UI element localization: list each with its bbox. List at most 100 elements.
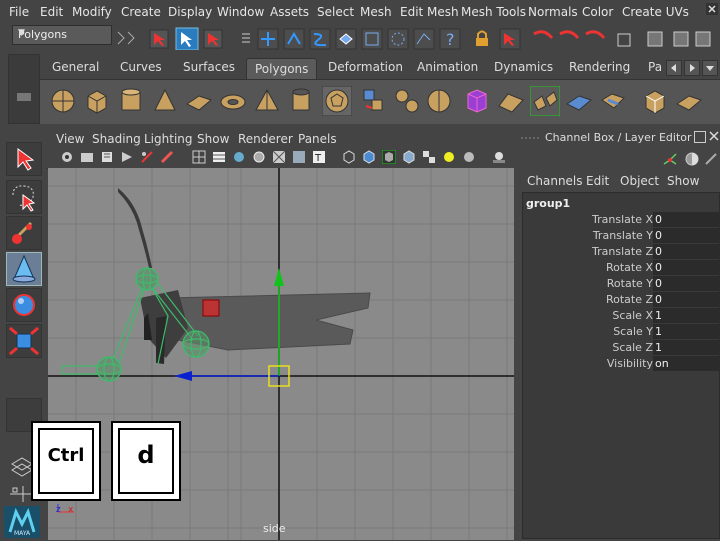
drag-handle-icon[interactable] — [520, 135, 542, 141]
shelf-options-handle[interactable] — [8, 54, 40, 124]
camera-attributes-icon[interactable] — [80, 150, 94, 164]
default-light-icon[interactable] — [442, 150, 456, 164]
smooth-shade-icon[interactable] — [232, 150, 246, 164]
cb-menu-show[interactable]: Show — [667, 174, 699, 188]
shaded-cube-icon[interactable] — [362, 150, 376, 164]
menu-window[interactable]: Window — [217, 5, 264, 19]
poly-plane-icon[interactable] — [184, 86, 214, 116]
menu-display[interactable]: Display — [168, 5, 212, 19]
tab-rendering[interactable]: Rendering — [569, 60, 630, 78]
poly-torus-icon[interactable] — [218, 86, 248, 116]
poly-cone-icon[interactable] — [150, 86, 180, 116]
tab-curves[interactable]: Curves — [120, 60, 162, 78]
image-plane-icon[interactable] — [120, 150, 134, 164]
move-tool[interactable] — [6, 252, 42, 286]
float-panel-icon[interactable] — [694, 131, 706, 143]
attr-value-field[interactable]: 0 — [653, 292, 719, 307]
display-toggle-icon[interactable] — [685, 152, 699, 166]
cb-menu-object[interactable]: Object — [620, 174, 659, 188]
poly-soccer-ball-icon[interactable] — [322, 86, 352, 116]
shadows-icon[interactable] — [492, 150, 506, 164]
menu-file[interactable]: File — [9, 5, 29, 19]
tab-animation[interactable]: Animation — [417, 60, 478, 78]
shelf-scroll-right-icon[interactable] — [684, 60, 700, 76]
lasso-tool[interactable] — [6, 180, 42, 214]
attr-value-field[interactable]: on — [653, 356, 719, 371]
close-icon[interactable] — [706, 3, 718, 15]
planar-mapping-icon[interactable] — [564, 86, 594, 116]
separate-icon[interactable] — [392, 86, 422, 116]
poly-sphere-icon[interactable] — [48, 86, 78, 116]
checker-icon[interactable] — [422, 150, 436, 164]
camera-icon[interactable] — [60, 150, 74, 164]
extract-icon[interactable] — [424, 86, 454, 116]
menu-create-uvs[interactable]: Create UVs — [622, 5, 689, 19]
attr-value-field[interactable]: 0 — [653, 244, 719, 259]
scale-tool[interactable] — [6, 324, 42, 358]
wireframe-on-shaded-icon[interactable] — [252, 150, 266, 164]
paint-select-tool[interactable] — [6, 216, 42, 250]
tool-settings-icon[interactable] — [705, 153, 717, 165]
panel-menu-shading[interactable]: Shading — [92, 132, 141, 146]
tab-general[interactable]: General — [52, 60, 99, 78]
all-lights-icon[interactable] — [462, 150, 476, 164]
isolate-select-icon[interactable] — [382, 150, 396, 164]
film-gate-icon[interactable] — [140, 150, 154, 164]
attr-value-field[interactable]: 1 — [653, 324, 719, 339]
bookmarks-icon[interactable] — [100, 150, 114, 164]
grid-icon[interactable] — [192, 150, 206, 164]
panel-menu-lighting[interactable]: Lighting — [144, 132, 193, 146]
axis-toggle-icon[interactable] — [663, 153, 677, 165]
poly-pyramid-icon[interactable] — [252, 86, 282, 116]
menu-color[interactable]: Color — [582, 5, 613, 19]
panel-menu-panels[interactable]: Panels — [298, 132, 337, 146]
tab-deformation[interactable]: Deformation — [328, 60, 403, 78]
cb-menu-channels[interactable]: Channels — [527, 174, 583, 188]
poly-pipe-icon[interactable] — [286, 86, 316, 116]
attr-value-field[interactable]: 0 — [653, 276, 719, 291]
menu-set-dropdown[interactable]: Polygons ▼ — [12, 25, 112, 45]
reduce-icon[interactable] — [496, 86, 526, 116]
menu-edit-mesh[interactable]: Edit Mesh — [400, 5, 459, 19]
tab-dynamics[interactable]: Dynamics — [494, 60, 553, 78]
menu-modify[interactable]: Modify — [72, 5, 112, 19]
menu-mesh[interactable]: Mesh — [360, 5, 392, 19]
panel-menu-renderer[interactable]: Renderer — [238, 132, 293, 146]
resolution-gate-icon[interactable] — [160, 150, 174, 164]
automatic-mapping-icon[interactable] — [640, 86, 670, 116]
poly-cylinder-icon[interactable] — [116, 86, 146, 116]
lights-icon[interactable] — [292, 150, 306, 164]
menu-edit[interactable]: Edit — [40, 5, 63, 19]
panel-menu-view[interactable]: View — [56, 132, 84, 146]
select-tool[interactable] — [6, 142, 42, 176]
attr-value-field[interactable]: 1 — [653, 340, 719, 355]
menu-select[interactable]: Select — [317, 5, 354, 19]
rotate-tool[interactable] — [6, 288, 42, 322]
attr-value-field[interactable]: 0 — [653, 228, 719, 243]
panel-close-icon[interactable] — [708, 130, 720, 142]
menu-create[interactable]: Create — [121, 5, 161, 19]
mirror-geometry-icon[interactable] — [530, 86, 560, 116]
shelf-menu-down-icon[interactable] — [702, 60, 718, 76]
combine-icon[interactable] — [358, 86, 388, 116]
attr-value-field[interactable]: 0 — [653, 260, 719, 275]
tab-overflow[interactable]: Pa — [648, 60, 662, 78]
textured-icon[interactable] — [272, 150, 286, 164]
wireframe-cube-icon[interactable] — [342, 150, 356, 164]
attr-value-field[interactable]: 1 — [653, 308, 719, 323]
cb-menu-edit[interactable]: Edit — [586, 174, 609, 188]
tab-polygons[interactable]: Polygons — [246, 58, 318, 79]
poly-cube-icon[interactable] — [82, 86, 112, 116]
wireframe-icon[interactable] — [212, 150, 226, 164]
text-icon[interactable]: T — [312, 150, 326, 164]
attr-value-field[interactable]: 0 — [653, 212, 719, 227]
shelf-scroll-left-icon[interactable] — [666, 60, 682, 76]
menu-assets[interactable]: Assets — [270, 5, 309, 19]
menu-normals[interactable]: Normals — [528, 5, 578, 19]
menu-mesh-tools[interactable]: Mesh Tools — [461, 5, 526, 19]
panel-menu-show[interactable]: Show — [197, 132, 229, 146]
uv-editor-icon[interactable] — [674, 86, 704, 116]
xray-icon[interactable] — [402, 150, 416, 164]
cylindrical-mapping-icon[interactable] — [598, 86, 628, 116]
tab-surfaces[interactable]: Surfaces — [183, 60, 235, 78]
